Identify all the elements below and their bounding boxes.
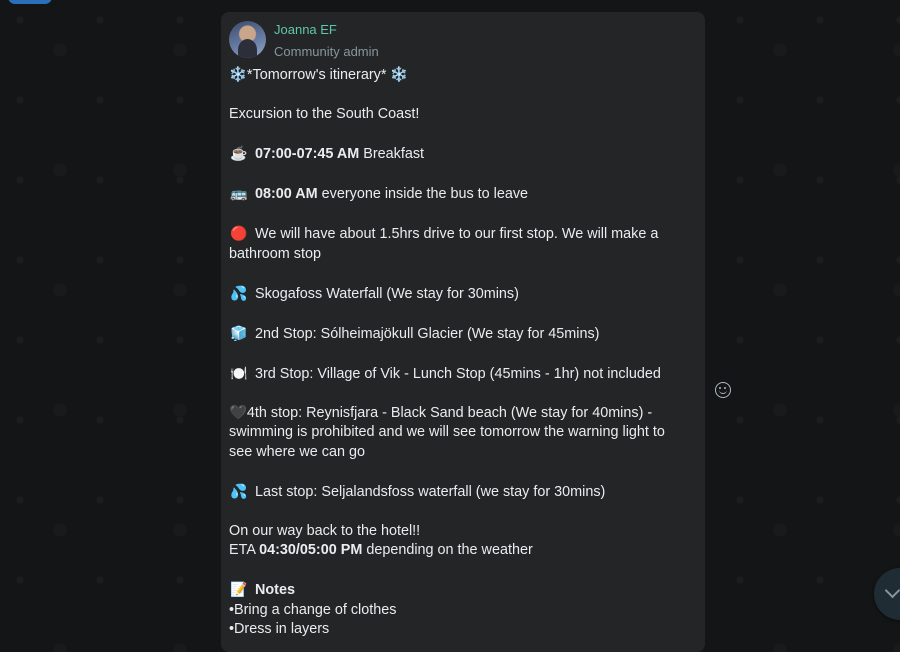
stop3-line: 🍽️ 3rd Stop: Village of Vik - Lunch Stop … <box>229 364 697 385</box>
eta-text: depending on the weather <box>366 542 533 558</box>
plate-icon: 🍽️ <box>230 364 248 381</box>
last-stop-text: Last stop: Seljalandsfoss waterfall (we … <box>255 483 606 500</box>
stop2-text: 2nd Stop: Sólheimajökull Glacier (We sta… <box>255 325 600 342</box>
black-heart-icon: 🖤 <box>229 404 247 421</box>
stop4-text-1: 4th stop: Reynisfjara - Black Sand beach… <box>246 404 653 421</box>
snowflake-icon: ❄️ <box>229 67 247 83</box>
drive-line: 🔴 We will have about 1.5hrs drive to our … <box>229 224 697 264</box>
stop3-text: 3rd Stop: Village of Vik - Lunch Stop (4… <box>255 365 661 382</box>
snowflake-icon: ❄️ <box>390 67 409 83</box>
react-emoji-icon[interactable] <box>715 382 731 398</box>
bus-icon: 🚌 <box>230 185 248 201</box>
breakfast-line: ☕ 07:00-07:45 AM Breakfast <box>229 144 697 165</box>
eta-line: ETA 04:30/05:00 PM depending on the weat… <box>229 541 697 561</box>
droplets-icon: 💦 <box>230 284 248 301</box>
sender-role: Community admin <box>274 44 379 59</box>
stop4-line: 🖤4th stop: Reynisfjara - Black Sand beac… <box>229 404 697 463</box>
avatar[interactable] <box>229 21 266 58</box>
bus-time: 08:00 AM <box>255 186 318 202</box>
message-header: Joanna EF Community admin <box>229 21 697 66</box>
return-line: On our way back to the hotel!! <box>229 522 421 539</box>
intro-line: Excursion to the South Coast! <box>229 106 420 122</box>
coffee-icon: ☕ <box>230 145 248 161</box>
scroll-down-button[interactable] <box>874 568 900 620</box>
eta-time: 04:30/05:00 PM <box>259 542 363 558</box>
breakfast-time: 07:00-07:45 AM <box>255 146 360 162</box>
notes-title: Notes <box>255 582 295 598</box>
itinerary-title: ❄️*Tomorrow's itinerary* ❄️ <box>229 66 697 86</box>
stop4-text-3: see where we can go <box>229 443 365 460</box>
droplets-icon: 💦 <box>230 482 248 499</box>
drive-text: We will have about 1.5hrs drive to our f… <box>255 226 659 242</box>
notes-heading: 📝 Notes <box>229 580 697 601</box>
message-bubble[interactable]: Joanna EF Community admin ❄️*Tomorrow's … <box>221 12 705 652</box>
stop1-text: Skogafoss Waterfall (We stay for 30mins) <box>255 285 519 302</box>
stop4-text-2: swimming is prohibited and we will see t… <box>229 424 665 440</box>
sender-name[interactable]: Joanna EF <box>274 21 379 39</box>
ice-icon: 🧊 <box>230 324 248 341</box>
sender-info: Joanna EF Community admin <box>274 21 379 61</box>
stop1-line: 💦 Skogafoss Waterfall (We stay for 30mins… <box>229 284 697 305</box>
top-pill <box>8 0 52 4</box>
breakfast-text: Breakfast <box>363 146 425 162</box>
chevron-down-icon <box>884 582 900 599</box>
eta-label: ETA <box>229 542 256 558</box>
title-text: *Tomorrow's itinerary* <box>246 67 387 83</box>
drive-text-2: bathroom stop <box>229 245 321 262</box>
bus-text: everyone inside the bus to leave <box>321 186 529 202</box>
memo-icon: 📝 <box>230 581 248 597</box>
note-1: •Bring a change of clothes <box>229 601 397 618</box>
bus-line: 🚌 08:00 AM everyone inside the bus to lea… <box>229 184 697 205</box>
stop2-line: 🧊 2nd Stop: Sólheimajökull Glacier (We st… <box>229 324 697 345</box>
note-2: •Dress in layers <box>229 621 330 637</box>
last-stop-line: 💦 Last stop: Seljalandsfoss waterfall (we… <box>229 482 697 503</box>
message-body: ❄️*Tomorrow's itinerary* ❄️ Excursion to… <box>229 66 697 640</box>
red-circle-icon: 🔴 <box>230 225 248 241</box>
